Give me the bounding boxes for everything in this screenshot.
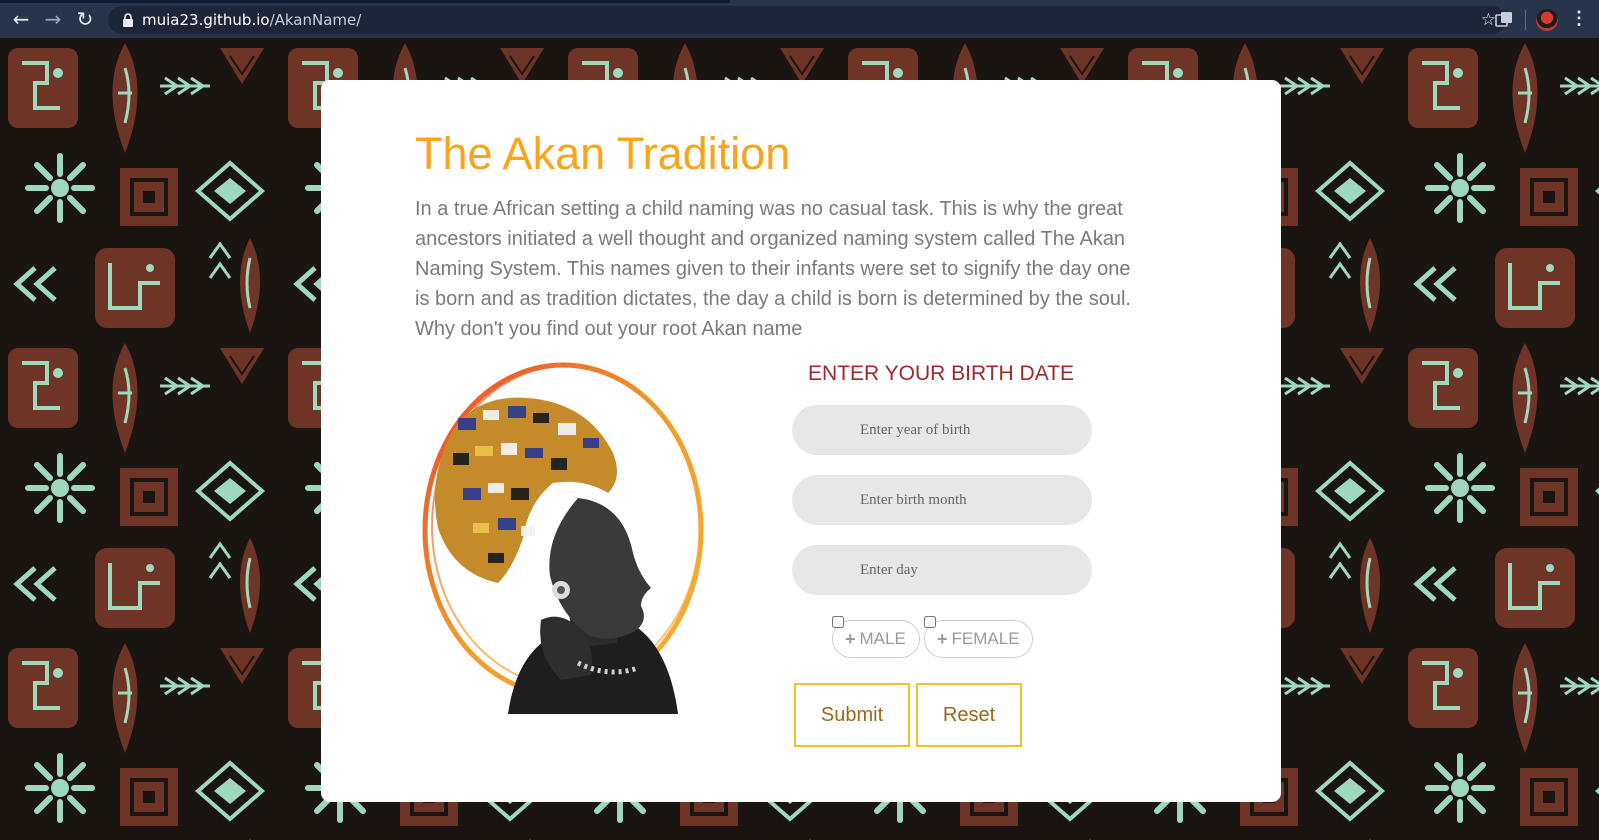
birth-day-input[interactable] (792, 545, 1092, 595)
plus-icon: + (845, 628, 856, 649)
female-pill[interactable]: + FEMALE (924, 620, 1033, 658)
female-checkbox[interactable] (924, 616, 936, 628)
extensions-icon[interactable] (1494, 9, 1514, 29)
forward-arrow-icon[interactable]: → (38, 4, 68, 34)
birth-month-input[interactable] (792, 475, 1092, 525)
page-title: The Akan Tradition (415, 128, 791, 179)
male-checkbox[interactable] (832, 616, 844, 628)
url-host: muia23.github.io (142, 11, 270, 29)
woman-portrait-image (422, 362, 704, 714)
submit-button[interactable]: Submit (794, 683, 910, 747)
lock-icon (123, 13, 133, 27)
year-of-birth-input[interactable] (792, 405, 1092, 455)
kebab-menu-icon[interactable]: ⋮ (1570, 8, 1588, 29)
content-card: The Akan Tradition In a true African set… (321, 80, 1281, 802)
male-label: MALE (859, 629, 906, 648)
form-heading: ENTER YOUR BIRTH DATE (807, 362, 1075, 385)
url-text: muia23.github.io/AkanName/ (142, 11, 361, 29)
loading-bar (0, 0, 730, 3)
female-label: FEMALE (951, 629, 1020, 648)
plus-icon: + (937, 628, 948, 649)
profile-avatar[interactable] (1536, 9, 1558, 31)
url-path: /AkanName/ (269, 11, 362, 29)
toolbar-divider (1525, 10, 1526, 30)
address-bar[interactable]: muia23.github.io/AkanName/ ☆ (108, 6, 1506, 34)
browser-toolbar: ← → ↻ muia23.github.io/AkanName/ ☆ ⋮ (0, 0, 1599, 38)
reload-icon[interactable]: ↻ (70, 4, 100, 34)
intro-paragraph: In a true African setting a child naming… (415, 198, 1131, 340)
back-arrow-icon[interactable]: ← (6, 4, 36, 34)
male-pill[interactable]: + MALE (832, 620, 920, 658)
reset-button[interactable]: Reset (916, 683, 1022, 747)
